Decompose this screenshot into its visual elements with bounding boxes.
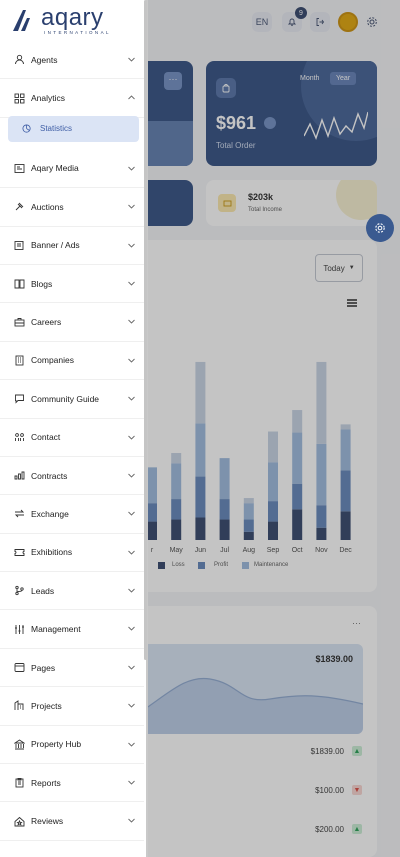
sidebar-item-label: Aqary Media — [31, 163, 79, 174]
sidebar-subitem-statistics[interactable]: Statistics — [8, 115, 139, 142]
sidebar-item-contact[interactable]: Contact — [0, 419, 144, 457]
book-icon — [14, 278, 25, 289]
sidebar-item-blogs[interactable]: Blogs — [0, 265, 144, 304]
sidebar-item-careers[interactable]: Careers — [0, 303, 144, 342]
sidebar-item-label: Community Guide — [31, 393, 100, 404]
chevron-down-icon[interactable] — [127, 701, 136, 710]
chevron-up-icon[interactable] — [127, 93, 136, 102]
sidebar-item-pages[interactable]: Pages — [0, 649, 144, 688]
sidebar-item-management[interactable]: Management — [0, 610, 144, 649]
chevron-down-icon[interactable] — [127, 740, 136, 749]
sidebar-item-reports[interactable]: Reports — [0, 764, 144, 803]
sidebar-item-label: Leads — [31, 585, 55, 596]
branch-icon — [14, 585, 25, 596]
exchange-icon — [14, 508, 25, 519]
sidebar-item-label: Analytics — [31, 93, 66, 104]
building-icon — [14, 355, 25, 366]
sidebar-item-label: Reports — [31, 777, 61, 788]
gear-icon — [375, 223, 385, 233]
aqary-logo[interactable]: aqary INTERNATIONAL — [12, 4, 122, 35]
logo-text: aqary — [41, 4, 104, 31]
clipboard-icon — [14, 777, 25, 788]
sidebar-item-exhibitions[interactable]: Exhibitions — [0, 534, 144, 573]
pages-icon — [14, 662, 25, 673]
chevron-down-icon[interactable] — [127, 394, 136, 403]
chevron-down-icon[interactable] — [127, 55, 136, 64]
sidebar-item-leads[interactable]: Leads — [0, 572, 144, 611]
sidebar-item-label: Pages — [31, 662, 56, 673]
sidebar-item-projects[interactable]: Projects — [0, 687, 144, 726]
sidebar-item-label: Contracts — [31, 470, 68, 481]
briefcase-icon — [14, 317, 25, 328]
sidebar-item-label: Blogs — [31, 278, 53, 289]
sidebar-item-contracts[interactable]: Contracts — [0, 457, 144, 496]
chevron-down-icon[interactable] — [127, 471, 136, 480]
chevron-down-icon[interactable] — [127, 241, 136, 250]
sidebar-item-label: Exhibitions — [31, 547, 73, 558]
chevron-down-icon[interactable] — [127, 279, 136, 288]
contact-icon — [14, 432, 25, 443]
chevron-down-icon[interactable] — [127, 816, 136, 825]
sidebar: aqary INTERNATIONAL Agents Analytics Stati… — [0, 0, 148, 857]
sidebar-item-label: Agents — [31, 54, 58, 65]
ticket-icon — [14, 547, 25, 558]
chevron-down-icon[interactable] — [127, 509, 136, 518]
sidebar-item-property-hub[interactable]: Property Hub — [0, 726, 144, 765]
logo-subtitle: INTERNATIONAL — [44, 30, 111, 35]
overlay-dim — [148, 0, 400, 857]
sidebar-item-label: Reviews — [31, 816, 64, 827]
chevron-down-icon[interactable] — [127, 778, 136, 787]
chevron-down-icon[interactable] — [127, 586, 136, 595]
sidebar-item-label: Banner / Ads — [31, 240, 80, 251]
sidebar-item-label: Property Hub — [31, 739, 82, 750]
sidebar-nav: Agents Analytics Statistics Aqary Media Auct… — [0, 41, 144, 841]
sidebar-item-agents[interactable]: Agents — [0, 41, 144, 80]
chat-icon — [14, 393, 25, 404]
chart-circle-icon — [22, 124, 32, 134]
logo-mark-icon — [13, 10, 30, 31]
contract-icon — [14, 470, 25, 481]
chevron-down-icon[interactable] — [127, 202, 136, 211]
home-star-icon — [14, 816, 25, 827]
sidebar-item-banner-ads[interactable]: Banner / Ads — [0, 227, 144, 265]
user-icon — [14, 54, 25, 65]
sidebar-item-reviews[interactable]: Reviews — [0, 802, 144, 841]
sidebar-scrollbar[interactable] — [144, 0, 147, 660]
sidebar-item-exchange[interactable]: Exchange — [0, 495, 144, 534]
chevron-down-icon[interactable] — [127, 624, 136, 633]
banner-icon — [14, 240, 25, 251]
customizer-button[interactable] — [366, 214, 394, 242]
grid-icon — [14, 93, 25, 104]
sliders-icon — [14, 624, 25, 635]
sidebar-item-analytics[interactable]: Analytics — [0, 79, 144, 118]
chevron-down-icon[interactable] — [127, 663, 136, 672]
sidebar-item-label: Auctions — [31, 201, 64, 212]
chevron-down-icon[interactable] — [127, 164, 136, 173]
chevron-down-icon[interactable] — [127, 356, 136, 365]
sidebar-item-label: Contact — [31, 432, 61, 443]
sidebar-item-auctions[interactable]: Auctions — [0, 188, 144, 227]
sidebar-item-companies[interactable]: Companies — [0, 342, 144, 381]
chevron-down-icon[interactable] — [127, 317, 136, 326]
sidebar-subitem-label: Statistics — [40, 124, 73, 134]
chevron-down-icon[interactable] — [127, 433, 136, 442]
gavel-icon — [14, 201, 25, 212]
sidebar-item-community-guide[interactable]: Community Guide — [0, 380, 144, 419]
projects-icon — [14, 700, 25, 711]
media-icon — [14, 163, 25, 174]
sidebar-item-label: Careers — [31, 317, 62, 328]
sidebar-item-label: Management — [31, 624, 81, 635]
chevron-down-icon[interactable] — [127, 548, 136, 557]
sidebar-item-label: Companies — [31, 355, 74, 366]
sidebar-item-aqary-media[interactable]: Aqary Media — [0, 150, 144, 189]
sidebar-item-label: Projects — [31, 700, 62, 711]
bank-icon — [14, 739, 25, 750]
sidebar-item-label: Exchange — [31, 508, 69, 519]
